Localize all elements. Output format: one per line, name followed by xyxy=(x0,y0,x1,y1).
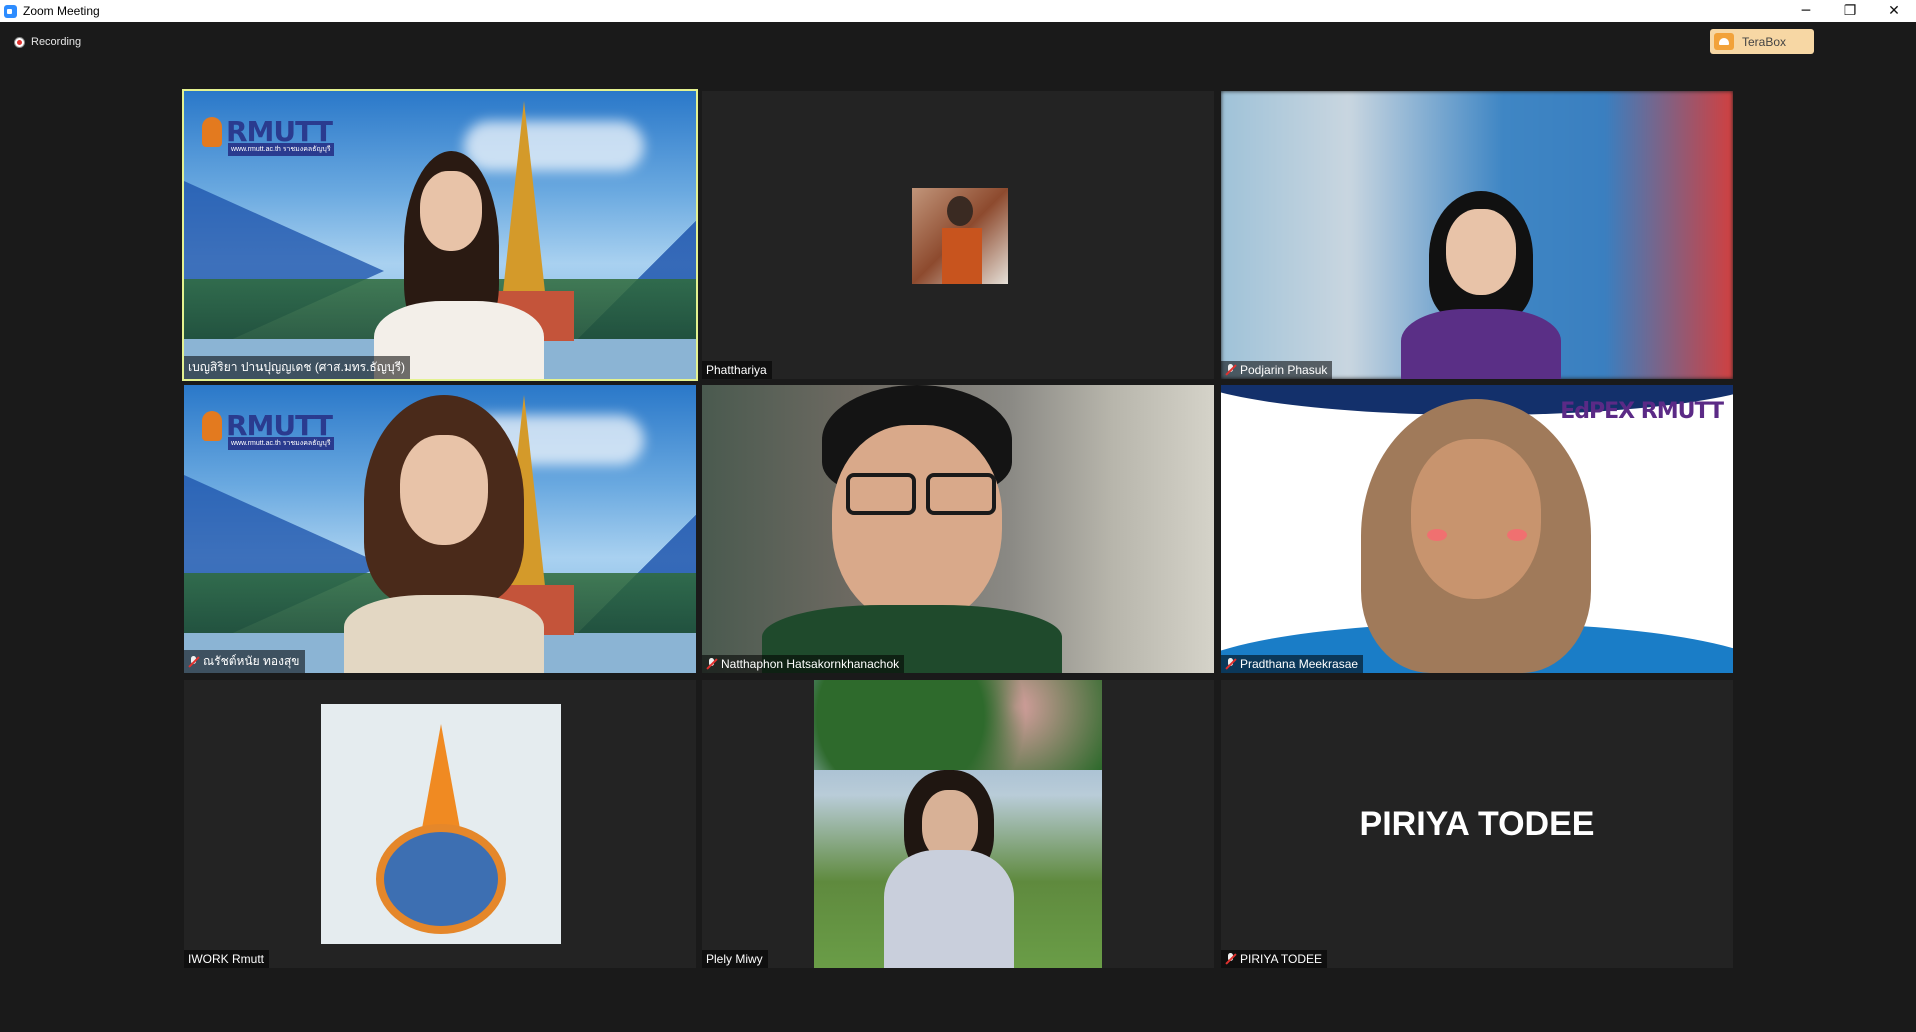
logo-subtext: www.rmutt.ac.th ราชมงคลธัญบุรี xyxy=(228,437,334,450)
participant-name-tag: ณรัชต์หนัย ทองสุข xyxy=(184,650,305,673)
participant-tile[interactable]: EdPEX RMUTT Pradthana Meekrasae xyxy=(1221,385,1733,673)
emblem-icon xyxy=(202,116,222,147)
recording-icon xyxy=(14,36,25,48)
emblem-icon xyxy=(202,410,222,441)
terabox-label: TeraBox xyxy=(1742,34,1787,49)
participant-tile[interactable]: PIRIYA TODEE PIRIYA TODEE xyxy=(1221,680,1733,968)
cloud-icon xyxy=(1714,33,1734,50)
terabox-button[interactable]: TeraBox xyxy=(1710,29,1814,54)
profile-picture xyxy=(814,680,1102,968)
window-title: Zoom Meeting xyxy=(23,4,100,18)
glasses-icon xyxy=(846,473,916,515)
participant-name: Pradthana Meekrasae xyxy=(1240,657,1359,671)
participant-tile[interactable]: Natthaphon Hatsakornkhanachok xyxy=(702,385,1214,673)
muted-mic-icon xyxy=(188,655,199,668)
logo-subtext: www.rmutt.ac.th ราชมงคลธัญบุรี xyxy=(228,143,334,156)
participant-name: Natthaphon Hatsakornkhanachok xyxy=(721,657,900,671)
participant-name-tag: PIRIYA TODEE xyxy=(1221,950,1328,968)
participant-name-tag: Plely Miwy xyxy=(702,950,768,968)
muted-mic-icon xyxy=(1225,953,1236,965)
participant-name-tag: Pradthana Meekrasae xyxy=(1221,655,1364,673)
participant-name-tag: Podjarin Phasuk xyxy=(1221,361,1333,379)
participant-name: Podjarin Phasuk xyxy=(1240,363,1328,377)
participant-name-tag: เบญสิริยา ปานปุญญเดช (ศาส.มทร.ธัญบุรี) xyxy=(184,356,411,379)
participant-name: IWORK Rmutt xyxy=(188,952,265,966)
muted-mic-icon xyxy=(1225,658,1236,670)
participant-video xyxy=(344,395,544,673)
participant-tile[interactable]: Podjarin Phasuk xyxy=(1221,91,1733,379)
profile-picture xyxy=(912,188,1008,284)
participant-tile[interactable]: Plely Miwy xyxy=(702,680,1214,968)
recording-indicator[interactable]: Recording xyxy=(14,36,81,48)
close-button[interactable]: ✕ xyxy=(1872,0,1916,22)
participant-video xyxy=(1401,191,1561,379)
window-titlebar: Zoom Meeting ─ ❐ ✕ xyxy=(0,0,1916,22)
participant-name: Phatthariya xyxy=(706,363,767,377)
participant-name-tag: Natthaphon Hatsakornkhanachok xyxy=(702,655,905,673)
edpex-logo: EdPEX RMUTT xyxy=(1560,399,1724,424)
participant-tile[interactable]: Phatthariya xyxy=(702,91,1214,379)
participant-name: เบญสิริยา ปานปุญญเดช (ศาส.มทร.ธัญบุรี) xyxy=(188,360,406,374)
participant-video xyxy=(762,385,1062,673)
window-controls: ─ ❐ ✕ xyxy=(1784,0,1916,22)
recording-label: Recording xyxy=(31,36,82,48)
muted-mic-icon xyxy=(706,658,717,670)
participant-name: PIRIYA TODEE xyxy=(1240,952,1323,966)
zoom-app-icon xyxy=(4,4,17,18)
participant-video xyxy=(1361,399,1591,673)
participant-name-tag: Phatthariya xyxy=(702,361,772,379)
muted-mic-icon xyxy=(1225,364,1236,376)
participant-tile[interactable]: RMUTT www.rmutt.ac.th ราชมงคลธัญบุรี ณรั… xyxy=(184,385,696,673)
minimize-button[interactable]: ─ xyxy=(1784,0,1828,22)
participant-tile[interactable]: IWORK Rmutt xyxy=(184,680,696,968)
participant-name: ณรัชต์หนัย ทองสุข xyxy=(203,654,300,668)
restore-button[interactable]: ❐ xyxy=(1828,0,1872,22)
participant-name-tag: IWORK Rmutt xyxy=(184,950,270,968)
participant-tile[interactable]: RMUTT www.rmutt.ac.th ราชมงคลธัญบุรี เบญ… xyxy=(182,89,698,381)
participant-display-name: PIRIYA TODEE xyxy=(1359,804,1595,843)
university-emblem-icon xyxy=(421,724,461,834)
profile-picture xyxy=(321,704,561,944)
participant-name: Plely Miwy xyxy=(706,952,763,966)
participant-video xyxy=(374,151,544,379)
